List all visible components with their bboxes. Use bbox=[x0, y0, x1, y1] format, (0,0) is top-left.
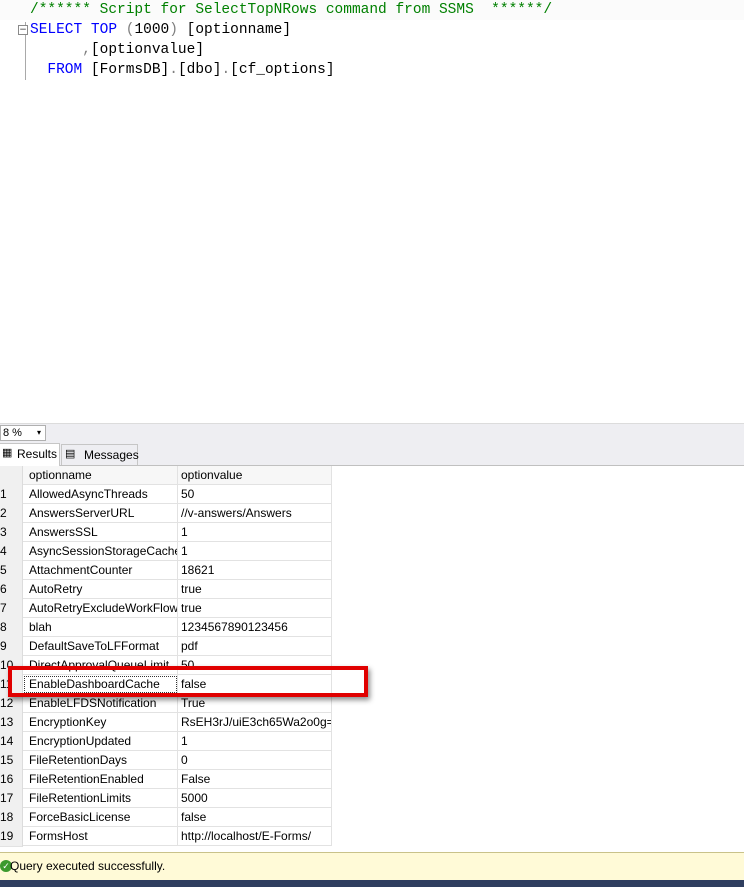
cell-optionvalue[interactable]: RsEH3rJ/uiE3ch65Wa2o0g== bbox=[178, 713, 332, 732]
results-grid[interactable]: optionname optionvalue 1 AllowedAsyncThre… bbox=[0, 466, 744, 852]
tab-messages-label: Messages bbox=[84, 448, 139, 462]
row-number[interactable]: 5 bbox=[0, 561, 23, 581]
row-number[interactable]: 16 bbox=[0, 770, 23, 790]
top-number: 1000 bbox=[134, 22, 170, 38]
zoom-value: 8 % bbox=[3, 427, 22, 439]
cell-optionname[interactable]: blah bbox=[23, 618, 178, 637]
cell-optionvalue[interactable]: 0 bbox=[178, 751, 332, 770]
cell-optionname[interactable]: FormsHost bbox=[23, 827, 178, 846]
cell-optionname[interactable]: FileRetentionDays bbox=[23, 751, 178, 770]
cell-optionvalue[interactable]: False bbox=[178, 770, 332, 789]
cell-optionvalue[interactable]: 1 bbox=[178, 523, 332, 542]
cell-optionname[interactable]: AsyncSessionStorageCache bbox=[23, 542, 178, 561]
row-number[interactable]: 13 bbox=[0, 713, 23, 733]
row-number[interactable]: 1 bbox=[0, 485, 23, 505]
row-number[interactable]: 7 bbox=[0, 599, 23, 619]
column-optionname: [optionname] bbox=[186, 22, 292, 38]
dot-2: . bbox=[221, 62, 231, 78]
tab-results[interactable]: ▦ Results bbox=[0, 443, 60, 466]
status-message: Query executed successfully. bbox=[10, 859, 166, 873]
row-number[interactable]: 4 bbox=[0, 542, 23, 562]
comma: , bbox=[82, 42, 91, 58]
cell-optionname[interactable]: AttachmentCounter bbox=[23, 561, 178, 580]
cell-optionvalue[interactable]: 5000 bbox=[178, 789, 332, 808]
bottom-strip bbox=[0, 880, 744, 887]
collapse-icon[interactable]: − bbox=[18, 25, 28, 35]
row-number[interactable]: 14 bbox=[0, 732, 23, 752]
cell-optionname[interactable]: AutoRetryExcludeWorkFlow bbox=[23, 599, 178, 618]
table-name: [cf_options] bbox=[230, 62, 335, 78]
column-header-optionvalue[interactable]: optionvalue bbox=[178, 466, 332, 485]
db-name: [FormsDB] bbox=[90, 62, 170, 78]
cell-optionname[interactable]: AllowedAsyncThreads bbox=[23, 485, 178, 504]
row-number[interactable]: 9 bbox=[0, 637, 23, 657]
cell-optionvalue[interactable]: true bbox=[178, 599, 332, 618]
tab-results-label: Results bbox=[17, 447, 58, 461]
cell-optionname[interactable]: ForceBasicLicense bbox=[23, 808, 178, 827]
cell-optionvalue[interactable]: http://localhost/E-Forms/ bbox=[178, 827, 332, 846]
row-number[interactable]: 2 bbox=[0, 504, 23, 524]
keyword-from: FROM bbox=[47, 62, 83, 78]
chevron-down-icon: ▾ bbox=[36, 428, 41, 437]
cell-optionname[interactable]: EncryptionKey bbox=[23, 713, 178, 732]
messages-icon: ▤ bbox=[65, 448, 76, 460]
keyword-top: TOP bbox=[90, 22, 118, 38]
zoom-bar: 8 % ▾ bbox=[0, 423, 744, 441]
cell-optionvalue[interactable]: true bbox=[178, 580, 332, 599]
status-bar: ✓ Query executed successfully. bbox=[0, 852, 744, 880]
highlight-annotation bbox=[8, 666, 368, 697]
code-line-optionvalue: ,[optionvalue] bbox=[30, 40, 204, 60]
cell-optionvalue[interactable]: 1 bbox=[178, 542, 332, 561]
cell-optionvalue[interactable]: 1 bbox=[178, 732, 332, 751]
results-tabs: ▦ Results ▤ Messages bbox=[0, 441, 744, 466]
zoom-dropdown[interactable]: 8 % ▾ bbox=[0, 425, 46, 441]
cell-optionvalue[interactable]: 50 bbox=[178, 485, 332, 504]
dot-1: . bbox=[169, 62, 178, 78]
paren-close: ) bbox=[169, 22, 178, 38]
column-header-optionname[interactable]: optionname bbox=[23, 466, 178, 485]
keyword-select: SELECT bbox=[30, 22, 83, 38]
cell-optionvalue[interactable]: 1234567890123456 bbox=[178, 618, 332, 637]
row-number[interactable]: 6 bbox=[0, 580, 23, 600]
cell-optionname[interactable]: AnswersSSL bbox=[23, 523, 178, 542]
row-number[interactable]: 3 bbox=[0, 523, 23, 543]
row-number[interactable]: 15 bbox=[0, 751, 23, 771]
row-number[interactable]: 12 bbox=[0, 694, 23, 714]
cell-optionname[interactable]: EncryptionUpdated bbox=[23, 732, 178, 751]
code-line-select: SELECT TOP (1000) [optionname] bbox=[30, 20, 291, 40]
cell-optionvalue[interactable]: //v-answers/Answers bbox=[178, 504, 332, 523]
row-number[interactable]: 19 bbox=[0, 827, 23, 847]
code-line-from: FROM [FormsDB].[dbo].[cf_options] bbox=[30, 60, 335, 80]
tab-messages[interactable]: ▤ Messages bbox=[61, 444, 139, 465]
cell-optionname[interactable]: FileRetentionLimits bbox=[23, 789, 178, 808]
cell-optionname[interactable]: FileRetentionEnabled bbox=[23, 770, 178, 789]
comment-line: /****** Script for SelectTopNRows comman… bbox=[30, 2, 553, 18]
cell-optionname[interactable]: AnswersServerURL bbox=[23, 504, 178, 523]
column-optionvalue: [optionvalue] bbox=[90, 42, 205, 58]
cell-optionname[interactable]: AutoRetry bbox=[23, 580, 178, 599]
cell-optionvalue[interactable]: 18621 bbox=[178, 561, 332, 580]
row-number[interactable]: 8 bbox=[0, 618, 23, 638]
row-header-corner[interactable] bbox=[0, 466, 23, 486]
cell-optionvalue[interactable]: pdf bbox=[178, 637, 332, 656]
query-editor[interactable]: − /****** Script for SelectTopNRows comm… bbox=[0, 0, 744, 423]
schema-name: [dbo] bbox=[177, 62, 222, 78]
cell-optionvalue[interactable]: false bbox=[178, 808, 332, 827]
cell-optionname[interactable]: DefaultSaveToLFFormat bbox=[23, 637, 178, 656]
grid-icon: ▦ bbox=[2, 447, 13, 459]
row-number[interactable]: 17 bbox=[0, 789, 23, 809]
row-number[interactable]: 18 bbox=[0, 808, 23, 828]
